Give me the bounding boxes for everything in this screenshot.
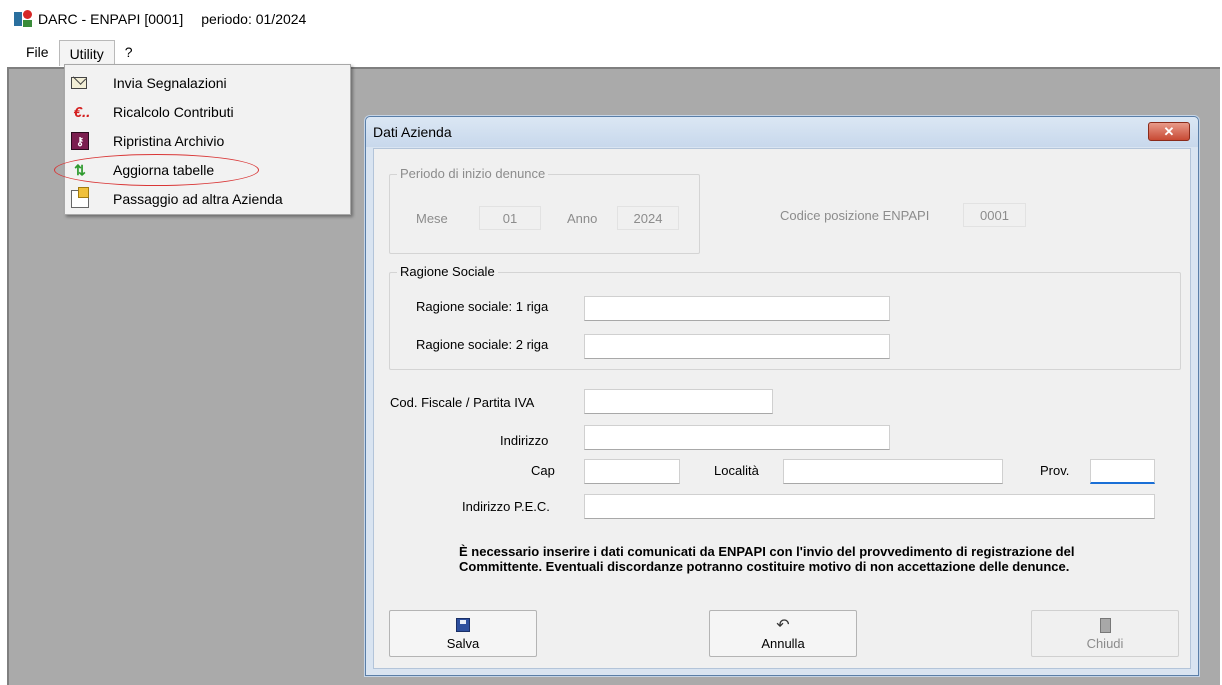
title-bar: DARC - ENPAPI [0001] periodo: 01/2024 <box>0 0 1222 38</box>
localita-label: Località <box>714 463 759 478</box>
menu-item-invia-segnalazioni[interactable]: Invia Segnalazioni <box>65 68 350 97</box>
ragione-riga1-input[interactable] <box>584 296 890 321</box>
application-window: DARC - ENPAPI [0001] periodo: 01/2024 Fi… <box>0 0 1222 685</box>
menu-bar: File Utility ? <box>0 38 1222 66</box>
menu-item-label: Ripristina Archivio <box>113 132 225 149</box>
annulla-button[interactable]: ↶ Annulla <box>709 610 857 657</box>
mese-value: 01 <box>502 210 518 226</box>
dialog-title: Dati Azienda <box>373 124 452 140</box>
close-icon: ✕ <box>1163 123 1175 139</box>
ragione-riga2-label: Ragione sociale: 2 riga <box>416 337 549 352</box>
indirizzo-label: Indirizzo <box>500 433 549 448</box>
save-icon <box>456 616 470 634</box>
mese-field: 01 <box>479 206 541 230</box>
undo-icon: ↶ <box>776 617 790 634</box>
dialog-title-bar[interactable]: Dati Azienda ✕ <box>366 117 1198 147</box>
menu-help[interactable]: ? <box>115 39 143 65</box>
ragione-riga2-input[interactable] <box>584 334 890 359</box>
menu-item-aggiorna-tabelle[interactable]: ⇅ Aggiorna tabelle <box>65 155 350 184</box>
ragione-sociale-legend: Ragione Sociale <box>397 264 498 279</box>
cap-label: Cap <box>531 463 555 478</box>
ragione-riga1-label: Ragione sociale: 1 riga <box>416 299 549 314</box>
salva-button[interactable]: Salva <box>389 610 537 657</box>
anno-field: 2024 <box>617 206 679 230</box>
menu-item-ricalcolo-contributi[interactable]: €.. Ricalcolo Contributi <box>65 97 350 126</box>
pec-input[interactable] <box>584 494 1155 519</box>
window-title: DARC - ENPAPI [0001] <box>38 11 184 27</box>
switch-company-icon <box>71 187 89 208</box>
menu-item-label: Invia Segnalazioni <box>113 74 227 91</box>
codice-posizione-field: 0001 <box>963 203 1026 227</box>
utility-dropdown-menu: Invia Segnalazioni €.. Ricalcolo Contrib… <box>64 64 351 215</box>
euro-icon: €.. <box>73 103 91 121</box>
codice-posizione-value: 0001 <box>980 207 1009 223</box>
menu-file[interactable]: File <box>0 39 59 65</box>
salva-label: Salva <box>446 636 480 651</box>
anno-value: 2024 <box>633 210 663 226</box>
dialog-body: Periodo di inizio denunce Mese 01 Anno 2… <box>373 148 1191 669</box>
pec-label: Indirizzo P.E.C. <box>462 499 550 514</box>
anno-label: Anno <box>567 211 598 226</box>
menu-item-passaggio-azienda[interactable]: Passaggio ad altra Azienda <box>65 184 350 213</box>
exit-door-icon <box>1099 616 1111 634</box>
cod-fiscale-label: Cod. Fiscale / Partita IVA <box>390 395 535 410</box>
restore-key-icon: ⚷ <box>71 132 89 150</box>
mese-label: Mese <box>416 211 448 226</box>
registration-notice: È necessario inserire i dati comunicati … <box>459 544 1075 574</box>
dialog-close-button[interactable]: ✕ <box>1148 122 1190 141</box>
period-label: periodo: 01/2024 <box>201 11 307 27</box>
indirizzo-input[interactable] <box>584 425 890 450</box>
periodo-legend: Periodo di inizio denunce <box>397 166 549 181</box>
chiudi-label: Chiudi <box>1086 636 1124 651</box>
cap-input[interactable] <box>584 459 680 484</box>
chiudi-button[interactable]: Chiudi <box>1031 610 1179 657</box>
codice-posizione-label: Codice posizione ENPAPI <box>780 208 930 223</box>
prov-label: Prov. <box>1040 463 1070 478</box>
menu-item-label: Ricalcolo Contributi <box>113 103 234 120</box>
refresh-icon: ⇅ <box>74 161 86 178</box>
menu-item-ripristina-archivio[interactable]: ⚷ Ripristina Archivio <box>65 126 350 155</box>
menu-item-label: Passaggio ad altra Azienda <box>113 190 283 207</box>
localita-input[interactable] <box>783 459 1003 484</box>
dati-azienda-dialog: Dati Azienda ✕ Periodo di inizio denunce… <box>365 116 1199 676</box>
prov-input[interactable] <box>1090 459 1155 484</box>
menu-utility[interactable]: Utility <box>58 40 115 66</box>
menu-item-label: Aggiorna tabelle <box>113 161 215 178</box>
annulla-label: Annulla <box>761 636 805 651</box>
mail-icon <box>71 77 87 89</box>
cod-fiscale-input[interactable] <box>584 389 773 414</box>
app-logo-icon <box>14 10 32 28</box>
